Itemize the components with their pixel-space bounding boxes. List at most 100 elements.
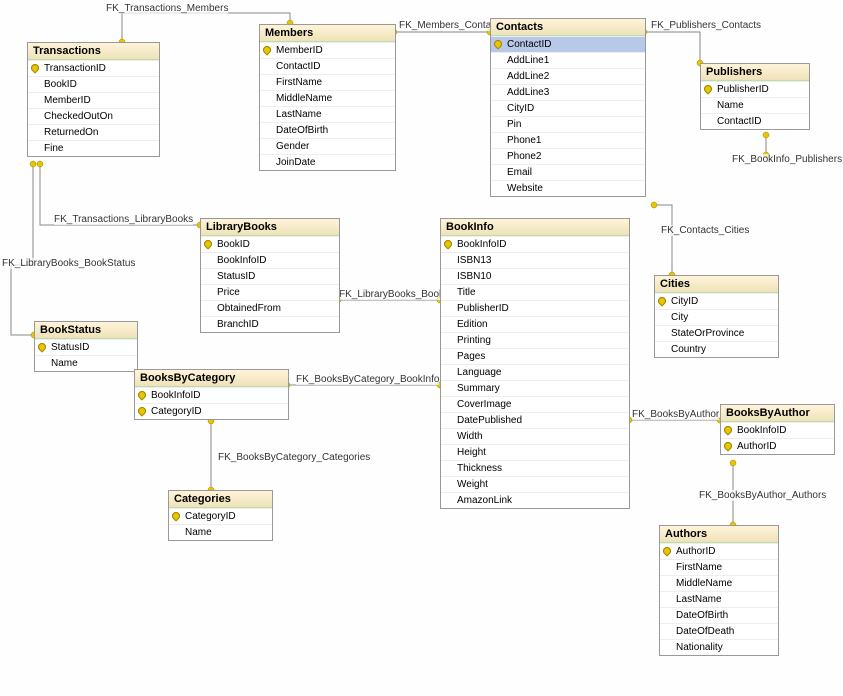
column-addline3[interactable]: AddLine3	[491, 84, 645, 100]
column-middlename[interactable]: MiddleName	[260, 90, 395, 106]
fk-label: FK_Members_Contacts	[399, 20, 504, 31]
column-pin[interactable]: Pin	[491, 116, 645, 132]
fk-label: FK_Transactions_LibraryBooks	[54, 214, 193, 225]
column-lastname[interactable]: LastName	[260, 106, 395, 122]
column-dateofbirth[interactable]: DateOfBirth	[660, 607, 778, 623]
column-name[interactable]: Name	[35, 355, 137, 371]
entity-members[interactable]: MembersMemberIDContactIDFirstNameMiddleN…	[259, 24, 396, 171]
column-bookid[interactable]: BookID	[28, 76, 159, 92]
entity-publishers[interactable]: PublishersPublisherIDNameContactID	[700, 63, 810, 130]
column-dateofdeath[interactable]: DateOfDeath	[660, 623, 778, 639]
fk-label: FK_Contacts_Cities	[661, 225, 749, 236]
column-width[interactable]: Width	[441, 428, 629, 444]
column-isbn10[interactable]: ISBN10	[441, 268, 629, 284]
column-statusid[interactable]: StatusID	[201, 268, 339, 284]
entity-header[interactable]: Categories	[169, 491, 272, 508]
entity-bookstatus[interactable]: BookStatusStatusIDName	[34, 321, 138, 372]
entity-header[interactable]: BookInfo	[441, 219, 629, 236]
column-contactid[interactable]: ContactID	[701, 113, 809, 129]
column-addline2[interactable]: AddLine2	[491, 68, 645, 84]
entity-transactions[interactable]: TransactionsTransactionIDBookIDMemberIDC…	[27, 42, 160, 157]
column-height[interactable]: Height	[441, 444, 629, 460]
fk-label: FK_BooksByCategory_BookInfo	[296, 374, 439, 385]
column-bookinfoid[interactable]: BookInfoID	[721, 422, 834, 438]
column-firstname[interactable]: FirstName	[660, 559, 778, 575]
column-cityid[interactable]: CityID	[491, 100, 645, 116]
entity-header[interactable]: Members	[260, 25, 395, 42]
column-gender[interactable]: Gender	[260, 138, 395, 154]
entity-categories[interactable]: CategoriesCategoryIDName	[168, 490, 273, 541]
column-thickness[interactable]: Thickness	[441, 460, 629, 476]
entity-header[interactable]: Contacts	[491, 19, 645, 36]
column-country[interactable]: Country	[655, 341, 778, 357]
column-categoryid[interactable]: CategoryID	[169, 508, 272, 524]
column-dateofbirth[interactable]: DateOfBirth	[260, 122, 395, 138]
column-bookinfoid[interactable]: BookInfoID	[135, 387, 288, 403]
entity-header[interactable]: Authors	[660, 526, 778, 543]
column-statusid[interactable]: StatusID	[35, 339, 137, 355]
column-title[interactable]: Title	[441, 284, 629, 300]
entity-booksbyauthor[interactable]: BooksByAuthorBookInfoIDAuthorID	[720, 404, 835, 455]
column-edition[interactable]: Edition	[441, 316, 629, 332]
column-language[interactable]: Language	[441, 364, 629, 380]
column-memberid[interactable]: MemberID	[260, 42, 395, 58]
entity-booksbycategory[interactable]: BooksByCategoryBookInfoIDCategoryID	[134, 369, 289, 420]
column-contactid[interactable]: ContactID	[491, 36, 645, 52]
column-printing[interactable]: Printing	[441, 332, 629, 348]
column-phone2[interactable]: Phone2	[491, 148, 645, 164]
column-bookinfoid[interactable]: BookInfoID	[441, 236, 629, 252]
column-name[interactable]: Name	[701, 97, 809, 113]
column-name[interactable]: Name	[169, 524, 272, 540]
column-firstname[interactable]: FirstName	[260, 74, 395, 90]
column-authorid[interactable]: AuthorID	[660, 543, 778, 559]
entity-cities[interactable]: CitiesCityIDCityStateOrProvinceCountry	[654, 275, 779, 358]
entity-header[interactable]: Publishers	[701, 64, 809, 81]
fk-label: FK_BooksByAuthor_Authors	[699, 490, 826, 501]
column-publisherid[interactable]: PublisherID	[701, 81, 809, 97]
column-addline1[interactable]: AddLine1	[491, 52, 645, 68]
column-website[interactable]: Website	[491, 180, 645, 196]
column-branchid[interactable]: BranchID	[201, 316, 339, 332]
entity-contacts[interactable]: ContactsContactIDAddLine1AddLine2AddLine…	[490, 18, 646, 197]
column-city[interactable]: City	[655, 309, 778, 325]
fk-label: FK_BooksByCategory_Categories	[218, 452, 370, 463]
column-bookinfoid[interactable]: BookInfoID	[201, 252, 339, 268]
entity-header[interactable]: BookStatus	[35, 322, 137, 339]
column-nationality[interactable]: Nationality	[660, 639, 778, 655]
column-joindate[interactable]: JoinDate	[260, 154, 395, 170]
column-checkedouton[interactable]: CheckedOutOn	[28, 108, 159, 124]
column-email[interactable]: Email	[491, 164, 645, 180]
column-bookid[interactable]: BookID	[201, 236, 339, 252]
column-publisherid[interactable]: PublisherID	[441, 300, 629, 316]
column-obtainedfrom[interactable]: ObtainedFrom	[201, 300, 339, 316]
column-datepublished[interactable]: DatePublished	[441, 412, 629, 428]
column-authorid[interactable]: AuthorID	[721, 438, 834, 454]
entity-header[interactable]: BooksByAuthor	[721, 405, 834, 422]
column-stateorprovince[interactable]: StateOrProvince	[655, 325, 778, 341]
column-amazonlink[interactable]: AmazonLink	[441, 492, 629, 508]
entity-authors[interactable]: AuthorsAuthorIDFirstNameMiddleNameLastNa…	[659, 525, 779, 656]
entity-header[interactable]: LibraryBooks	[201, 219, 339, 236]
column-weight[interactable]: Weight	[441, 476, 629, 492]
column-contactid[interactable]: ContactID	[260, 58, 395, 74]
column-isbn13[interactable]: ISBN13	[441, 252, 629, 268]
column-cityid[interactable]: CityID	[655, 293, 778, 309]
entity-header[interactable]: Cities	[655, 276, 778, 293]
column-lastname[interactable]: LastName	[660, 591, 778, 607]
column-memberid[interactable]: MemberID	[28, 92, 159, 108]
fk-label: FK_BookInfo_Publishers	[732, 154, 842, 165]
entity-librarybooks[interactable]: LibraryBooksBookIDBookInfoIDStatusIDPric…	[200, 218, 340, 333]
column-returnedon[interactable]: ReturnedOn	[28, 124, 159, 140]
column-coverimage[interactable]: CoverImage	[441, 396, 629, 412]
entity-header[interactable]: BooksByCategory	[135, 370, 288, 387]
entity-header[interactable]: Transactions	[28, 43, 159, 60]
column-pages[interactable]: Pages	[441, 348, 629, 364]
column-transactionid[interactable]: TransactionID	[28, 60, 159, 76]
column-summary[interactable]: Summary	[441, 380, 629, 396]
column-phone1[interactable]: Phone1	[491, 132, 645, 148]
column-middlename[interactable]: MiddleName	[660, 575, 778, 591]
column-price[interactable]: Price	[201, 284, 339, 300]
column-fine[interactable]: Fine	[28, 140, 159, 156]
column-categoryid[interactable]: CategoryID	[135, 403, 288, 419]
entity-bookinfo[interactable]: BookInfoBookInfoIDISBN13ISBN10TitlePubli…	[440, 218, 630, 509]
